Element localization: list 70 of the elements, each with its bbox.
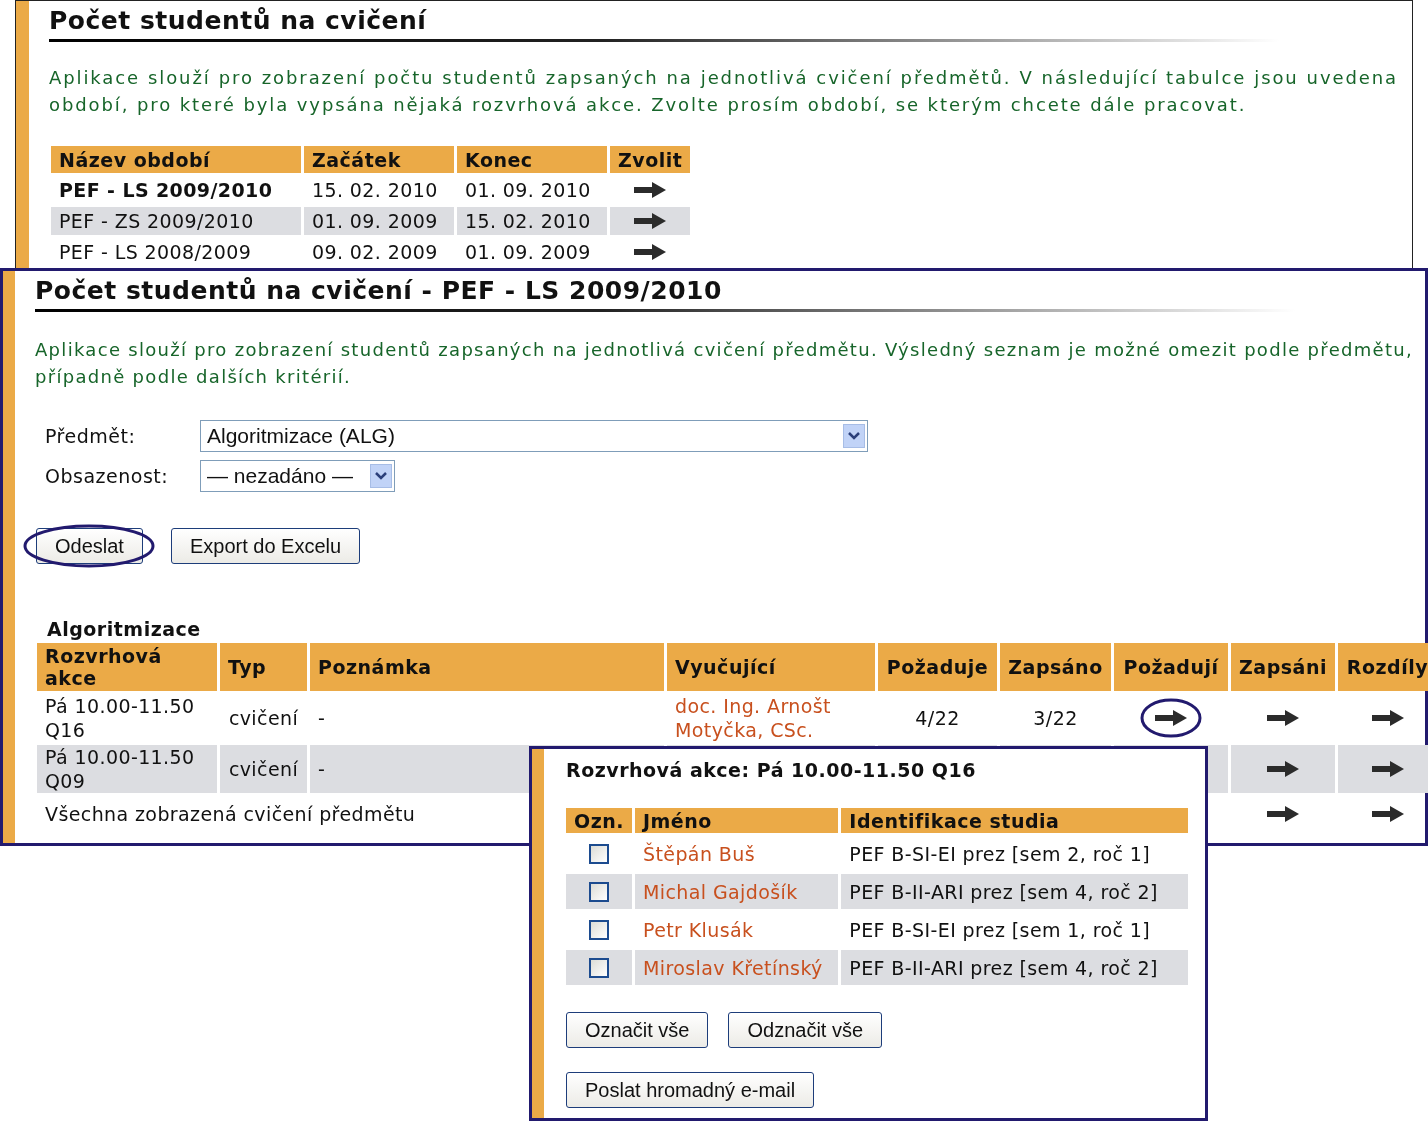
column-header: Rozdíly [1338, 643, 1428, 691]
intro-text: Aplikace slouží pro zobrazení studentů zapsaných na jednotlivá cvičení předmětu. Výsledný seznam je možné omezit podle předmětu, případně podle dalších kritérií. [35, 338, 1415, 389]
column-header: Rozvrhová akce [37, 643, 217, 691]
column-header: Zvolit [610, 146, 691, 173]
table-cell-text: 3/22 [1032, 706, 1079, 731]
table-cell-text: 01. 09. 2010 [464, 178, 592, 203]
column-header: Název období [51, 146, 301, 173]
arrow-icon[interactable] [1155, 710, 1187, 726]
table-cell-text: PEF B-SI-EI prez [sem 1, roč 1] [848, 917, 1152, 943]
intro-text: Aplikace slouží pro zobrazení počtu studentů zapsaných na jednotlivá cvičení předmětů. V následující tabulce jsou uvedena období, pro které byla vypsána nějaká rozvrhová akce. Zvolte prosím období, se kterým chcete dále pracovat. [49, 66, 1398, 117]
table-cell-text: PEF - LS 2009/2010 [58, 178, 274, 203]
checkbox[interactable] [589, 881, 609, 902]
column-header: Začátek [304, 146, 454, 173]
page-heading: Počet studentů na cvičení [49, 5, 428, 36]
table-cell: PEF B-II-ARI prez [sem 4, roč 2] [841, 950, 1188, 985]
table-cell-text: 4/22 [914, 706, 961, 731]
field-label: Obsazenost: [45, 465, 170, 487]
student-link[interactable]: Petr Klusák [643, 918, 754, 941]
table-cell-text: PEF - LS 2008/2009 [58, 240, 253, 265]
dropdown[interactable]: Algoritmizace (ALG) [200, 420, 868, 452]
table-cell-text: - [317, 706, 327, 731]
column-header: Konec [457, 146, 607, 173]
column-header: Identifikace studia [841, 808, 1188, 833]
arrow-icon[interactable] [634, 182, 667, 198]
total-label: Všechna zobrazená cvičení předmětu [45, 803, 416, 825]
arrow-icon[interactable] [634, 244, 667, 260]
button[interactable]: Odeslat [36, 528, 143, 564]
teacher-link[interactable]: doc. Ing. Arnošt Motyčka, CSc. [675, 694, 867, 742]
checkbox[interactable] [589, 957, 609, 978]
arrow-icon[interactable] [1371, 710, 1404, 726]
table-cell: PEF B-II-ARI prez [sem 4, roč 2] [841, 874, 1188, 909]
button[interactable]: Export do Excelu [170, 528, 361, 564]
section-title: Algoritmizace [47, 618, 202, 640]
student-link[interactable]: Štěpán Buš [643, 842, 755, 865]
arrow-icon[interactable] [1267, 710, 1299, 726]
column-header: Zapsáni [1231, 643, 1335, 691]
arrow-icon[interactable] [1267, 761, 1299, 777]
table-cell: cvičení [220, 745, 307, 793]
arrow-icon[interactable] [1267, 806, 1299, 822]
dropdown-value: — nezadáno — [207, 464, 353, 488]
table-cell-text: Pá 10.00-11.50 Q16 [44, 694, 196, 742]
table-cell-text: PEF B-SI-EI prez [sem 2, roč 1] [848, 841, 1152, 867]
table-cell: 15. 02. 2010 [457, 207, 607, 235]
table-cell: Pá 10.00-11.50 Q09 [37, 745, 217, 793]
page-heading: Počet studentů na cvičení - PEF - LS 2009/2010 [35, 275, 723, 306]
table-cell-text: 15. 02. 2010 [311, 178, 439, 203]
column-header: Požadují [1114, 643, 1228, 691]
button[interactable]: Odznačit vše [728, 1012, 883, 1048]
button[interactable]: Označit vše [566, 1012, 709, 1048]
checkbox[interactable] [589, 843, 609, 864]
table-cell-text: 09. 02. 2009 [311, 240, 439, 265]
column-header: Vyučující [667, 643, 875, 691]
table-cell: 01. 09. 2009 [304, 207, 454, 235]
arrow-icon[interactable] [634, 213, 667, 229]
email-button[interactable]: Poslat hromadný e-mail [566, 1072, 815, 1108]
dropdown[interactable]: — nezadáno — [200, 460, 395, 492]
checkbox[interactable] [589, 919, 609, 940]
column-header: Ozn. [566, 808, 632, 833]
field-label: Předmět: [45, 425, 137, 447]
table-cell-text: cvičení [227, 706, 300, 731]
column-header: Zapsáno [1000, 643, 1111, 691]
column-header: Poznámka [310, 643, 664, 691]
column-header: Požaduje [878, 643, 997, 691]
dropdown-value: Algoritmizace (ALG) [207, 424, 395, 448]
column-header: Typ [220, 643, 307, 691]
arrow-icon[interactable] [1371, 806, 1404, 822]
arrow-icon[interactable] [1371, 761, 1404, 777]
table-cell-text: 01. 09. 2009 [464, 240, 592, 265]
table-cell: PEF - ZS 2009/2010 [51, 207, 301, 235]
column-header: Jméno [635, 808, 839, 833]
